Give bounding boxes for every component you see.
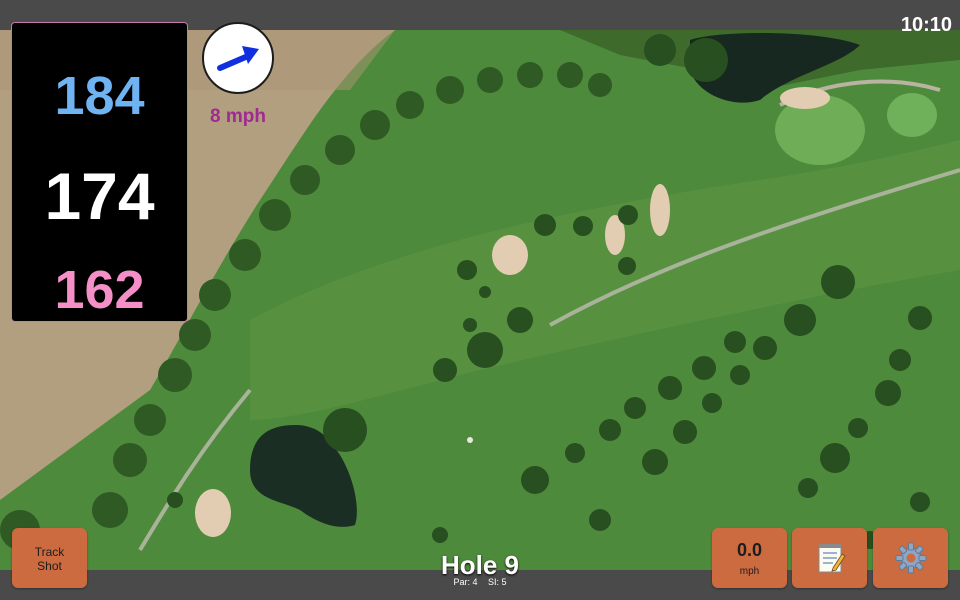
notepad-icon xyxy=(818,544,846,573)
gear-icon xyxy=(895,542,926,574)
distance-panel: 184 174 162 xyxy=(11,22,188,322)
wind-speed-label: 8 mph xyxy=(210,106,266,127)
settings-button[interactable] xyxy=(873,528,948,588)
par-label: Par: 4 xyxy=(453,577,478,587)
speed-button[interactable]: 0.0 mph xyxy=(712,528,787,588)
stroke-index-label: SI: 5 xyxy=(488,577,507,587)
track-shot-label-line2: Shot xyxy=(37,559,62,573)
track-shot-button[interactable]: Track Shot xyxy=(12,528,87,588)
clock: 10:10 xyxy=(900,14,952,36)
hole-details: Par: 4 SI: 5 xyxy=(380,577,580,587)
wind-direction-arrow-icon xyxy=(217,46,259,71)
middle-distance: 174 xyxy=(44,159,155,233)
wind-indicator xyxy=(202,22,274,94)
speed-value: 0.0 xyxy=(736,540,763,560)
back-distance: 184 xyxy=(54,66,145,126)
notes-button[interactable] xyxy=(792,528,867,588)
speed-unit: mph xyxy=(739,566,760,577)
front-distance: 162 xyxy=(54,260,145,320)
track-shot-label-line1: Track xyxy=(34,545,65,559)
